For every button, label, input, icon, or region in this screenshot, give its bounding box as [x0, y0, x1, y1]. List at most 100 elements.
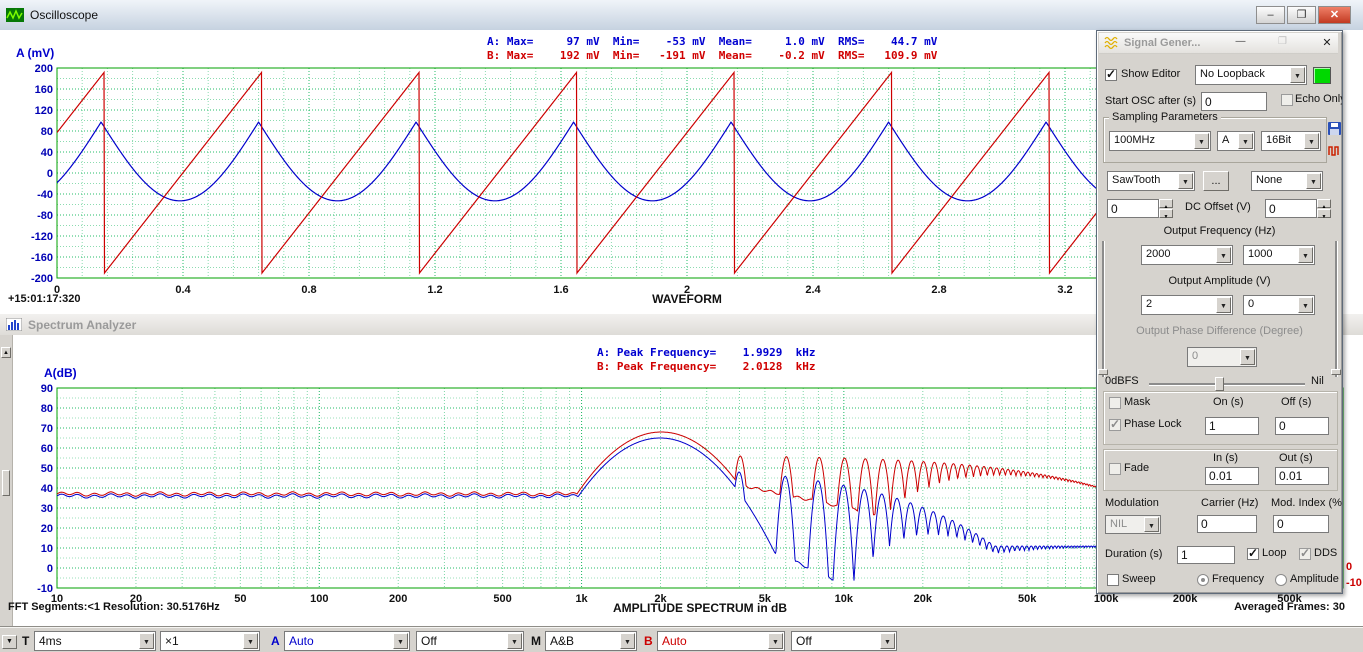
carrier-input[interactable] [1197, 515, 1257, 533]
mod-index-label: Mod. Index (%) [1271, 497, 1343, 509]
sampling-parameters-label: Sampling Parameters [1109, 111, 1221, 123]
mod-index-input[interactable] [1273, 515, 1329, 533]
svg-text:60: 60 [41, 443, 53, 455]
fade-out-input[interactable] [1275, 467, 1329, 485]
loopback-combo[interactable]: No Loopback [1195, 65, 1307, 85]
svg-text:50: 50 [41, 463, 53, 475]
a-coupling-combo[interactable]: Off [416, 631, 524, 651]
sampling-channel-combo[interactable]: A [1217, 131, 1255, 151]
dbfs-slider-thumb[interactable] [1215, 377, 1224, 391]
b-range-combo[interactable]: Auto [657, 631, 785, 651]
oscilloscope-titlebar[interactable]: Oscilloscope – ❐ ✕ [0, 0, 1363, 31]
sweep-frequency-radio[interactable] [1197, 574, 1209, 586]
spin-up-icon[interactable] [1159, 199, 1173, 208]
window-combo[interactable]: None [1251, 171, 1323, 191]
application-window: Oscilloscope – ❐ ✕ A: Max= 97 mV Min= -5… [0, 0, 1363, 652]
dbfs-slider-track[interactable] [1149, 383, 1305, 386]
vertical-slider-right[interactable] [1335, 241, 1338, 377]
chevron-down-icon[interactable] [1304, 133, 1319, 149]
sweep-frequency-label: Frequency [1212, 573, 1264, 585]
vertical-slider-left[interactable] [1102, 241, 1105, 377]
timebase-combo[interactable]: 4ms [34, 631, 156, 651]
close-button[interactable]: ✕ [1318, 6, 1351, 24]
wave-type-combo[interactable]: SawTooth [1107, 171, 1195, 191]
chevron-down-icon[interactable] [1216, 247, 1231, 263]
multiplier-combo[interactable]: ×1 [160, 631, 260, 651]
more-options-button[interactable]: ... [1203, 171, 1229, 191]
show-editor-checkbox[interactable] [1105, 69, 1117, 81]
chevron-down-icon[interactable] [1238, 133, 1253, 149]
chevron-down-icon[interactable] [393, 633, 408, 649]
vertical-slider-right-thumb[interactable] [1331, 369, 1341, 375]
chevron-down-icon[interactable] [1290, 67, 1305, 83]
chevron-down-icon[interactable] [243, 633, 258, 649]
a-range-combo[interactable]: Auto [284, 631, 410, 651]
sweep-label: Sweep [1122, 573, 1156, 585]
amplitude-b-combo[interactable]: 0 [1243, 295, 1315, 315]
chevron-down-icon[interactable] [768, 633, 783, 649]
dialog-close-button[interactable]: ✕ [1319, 36, 1335, 50]
svg-text:-200: -200 [31, 273, 53, 285]
loop-checkbox[interactable] [1247, 548, 1259, 560]
spin-down-icon[interactable] [1317, 209, 1331, 218]
duration-label: Duration (s) [1105, 548, 1162, 560]
chevron-down-icon[interactable] [1298, 297, 1313, 313]
chevron-down-icon[interactable] [1194, 133, 1209, 149]
start-osc-input[interactable] [1201, 92, 1267, 111]
dds-checkbox[interactable] [1299, 548, 1311, 560]
signal-generator-titlebar[interactable]: Signal Gener... — ❐ ✕ [1099, 33, 1338, 54]
minimize-button[interactable]: – [1256, 6, 1285, 24]
frequency-b-combo[interactable]: 1000 [1243, 245, 1315, 265]
chevron-down-icon[interactable] [1178, 173, 1193, 189]
chevron-down-icon[interactable] [1216, 297, 1231, 313]
fade-in-input[interactable] [1205, 467, 1259, 485]
chevron-down-icon[interactable] [1298, 247, 1313, 263]
frequency-a-combo[interactable]: 2000 [1141, 245, 1233, 265]
dialog-minimize-button[interactable]: — [1233, 36, 1248, 50]
svg-text:10: 10 [41, 543, 53, 555]
on-label: On (s) [1213, 396, 1244, 408]
svg-text:80: 80 [41, 403, 53, 415]
svg-text:-160: -160 [31, 252, 53, 264]
amplitude-a-combo[interactable]: 2 [1141, 295, 1233, 315]
off-label: Off (s) [1281, 396, 1311, 408]
chevron-down-icon[interactable] [880, 633, 895, 649]
maximize-button[interactable]: ❐ [1287, 6, 1316, 24]
dbfs-label: 0dBFS [1105, 375, 1139, 387]
pulse-train-icon[interactable] [1327, 143, 1342, 158]
mode-combo[interactable]: A&B [545, 631, 637, 651]
sampling-bits-combo[interactable]: 16Bit [1261, 131, 1321, 151]
phase-lock-checkbox[interactable] [1109, 419, 1121, 431]
sweep-checkbox[interactable] [1107, 574, 1119, 586]
sweep-amplitude-radio[interactable] [1275, 574, 1287, 586]
echo-only-checkbox[interactable] [1281, 94, 1293, 106]
chevron-down-icon[interactable] [507, 633, 522, 649]
svg-text:30: 30 [41, 503, 53, 515]
fade-checkbox[interactable] [1109, 463, 1121, 475]
spin-down-icon[interactable] [1159, 209, 1173, 218]
svg-text:0: 0 [47, 563, 53, 575]
dc-offset-a-spinner[interactable] [1159, 199, 1173, 218]
osc-stats-a: A: Max= 97 mV Min= -53 mV Mean= 1.0 mV R… [487, 35, 937, 48]
duration-input[interactable] [1177, 546, 1235, 564]
scroll-up-button[interactable]: ▲ [1, 347, 11, 358]
svg-text:160: 160 [35, 84, 53, 96]
sampling-rate-combo[interactable]: 100MHz [1109, 131, 1211, 151]
toolbar-expand-button[interactable]: ▼ [2, 635, 17, 649]
chevron-down-icon[interactable] [1306, 173, 1321, 189]
svg-text:200: 200 [35, 63, 53, 75]
b-coupling-combo[interactable]: Off [791, 631, 897, 651]
mask-checkbox[interactable] [1109, 397, 1121, 409]
svg-text:80: 80 [41, 126, 53, 138]
phase-lock-off-input[interactable] [1275, 417, 1329, 435]
chevron-down-icon[interactable] [139, 633, 154, 649]
dc-offset-b-input[interactable] [1265, 199, 1317, 218]
chevron-down-icon[interactable] [620, 633, 635, 649]
phase-difference-combo: 0 [1187, 347, 1257, 367]
dc-offset-a-input[interactable] [1107, 199, 1159, 218]
spin-up-icon[interactable] [1317, 199, 1331, 208]
loopback-status-indicator[interactable] [1313, 67, 1331, 84]
save-button[interactable] [1327, 121, 1342, 136]
dc-offset-b-spinner[interactable] [1317, 199, 1331, 218]
phase-lock-on-input[interactable] [1205, 417, 1259, 435]
